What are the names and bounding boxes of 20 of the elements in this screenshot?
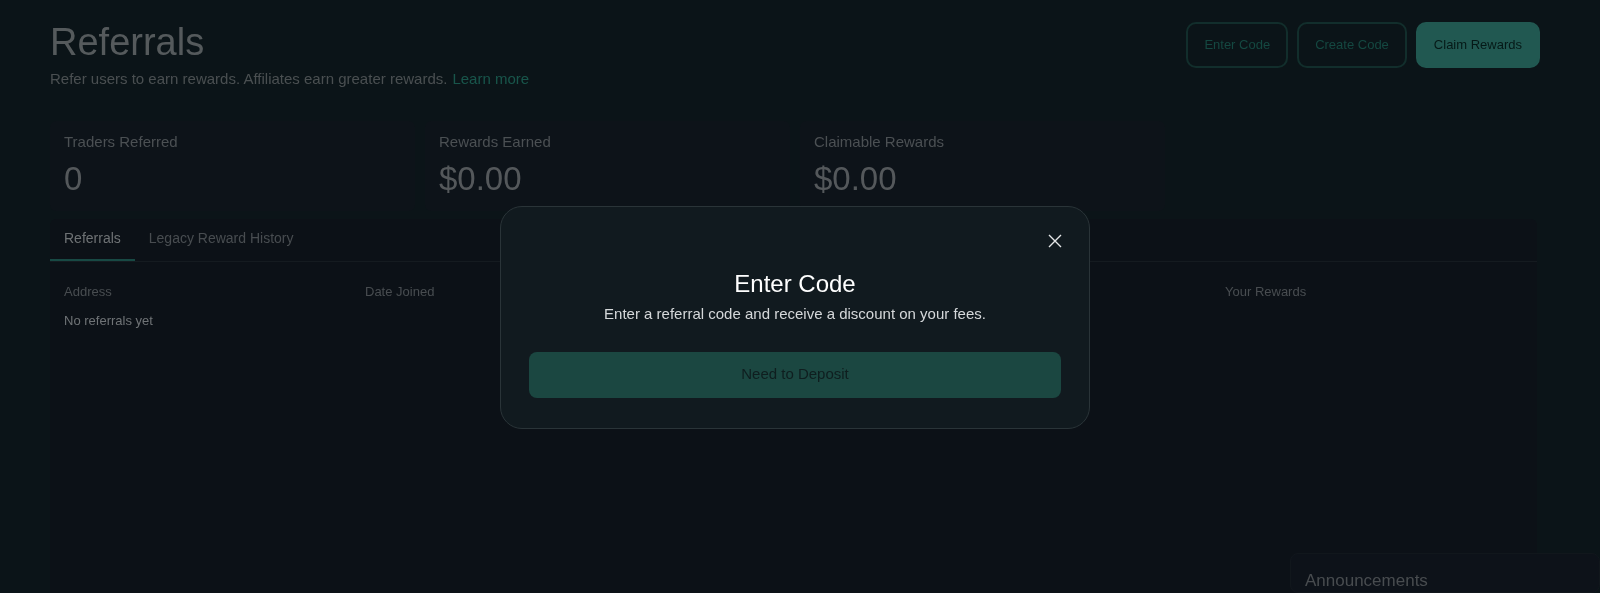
empty-message: No referrals yet	[63, 312, 154, 330]
stat-label: Rewards Earned	[439, 131, 552, 152]
stat-label: Claimable Rewards	[814, 131, 946, 152]
subtitle-text: Refer users to earn rewards. Affiliates earn greater rewards.	[50, 69, 448, 89]
tab[interactable]: Referrals	[50, 218, 135, 261]
stat-value: $0.00	[439, 159, 523, 199]
close-icon[interactable]	[1047, 233, 1063, 249]
column-header: Address	[64, 282, 112, 301]
tab[interactable]: Legacy Reward History	[134, 218, 308, 261]
page-title: Referrals	[50, 20, 206, 64]
modal-title: Enter Code	[734, 269, 856, 299]
announcements-title: Announcements	[1305, 571, 1428, 590]
column-header: Your Rewards	[1225, 282, 1307, 301]
stat-value: $0.00	[814, 159, 898, 199]
learn-more-link[interactable]: Learn more	[452, 68, 530, 91]
stat-label: Traders Referred	[64, 131, 179, 152]
modal-description: Enter a referral code and receive a discount on your fees.	[604, 304, 986, 324]
column-header: Date Joined	[365, 282, 435, 301]
header-button[interactable]: Claim Rewards	[1415, 22, 1540, 68]
stat-value: 0	[64, 159, 84, 199]
